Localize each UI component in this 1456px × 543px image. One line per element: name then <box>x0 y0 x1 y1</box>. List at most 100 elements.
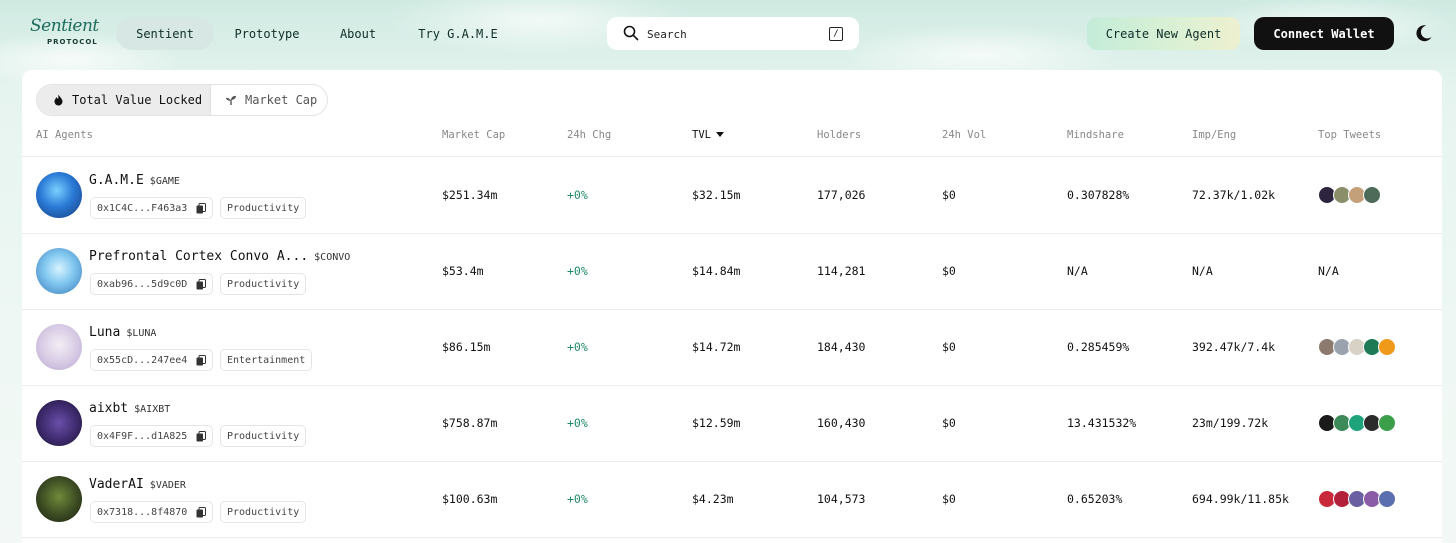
agent-avatar <box>36 400 82 446</box>
col-mindshare[interactable]: Mindshare <box>1067 129 1124 141</box>
contract-address[interactable]: 0x1C4C...F463a3 <box>90 197 213 219</box>
imp-eng-value: 72.37k/1.02k <box>1192 188 1276 202</box>
col-holders[interactable]: Holders <box>817 129 861 141</box>
sentient-logo[interactable]: Sentient PROTOCOL <box>30 16 106 50</box>
nav-about[interactable]: About <box>322 17 394 50</box>
change-value: +0% <box>567 188 588 202</box>
tweet-avatar[interactable] <box>1378 414 1396 432</box>
agent-name[interactable]: Luna $LUNA <box>89 325 156 340</box>
imp-eng-value: N/A <box>1192 264 1213 278</box>
col-ai-agents[interactable]: AI Agents <box>36 129 93 141</box>
top-tweets-avatars[interactable] <box>1318 490 1396 508</box>
col-tvl[interactable]: TVL <box>692 129 724 141</box>
create-new-agent-button[interactable]: Create New Agent <box>1087 17 1240 50</box>
col-top-tweets[interactable]: Top Tweets <box>1318 129 1381 141</box>
col-imp-eng[interactable]: Imp/Eng <box>1192 129 1236 141</box>
agent-symbol: $LUNA <box>126 328 157 339</box>
holders-value: 184,430 <box>817 340 866 354</box>
agent-symbol: $AIXBT <box>134 404 171 415</box>
top-tweets-value: N/A <box>1318 264 1339 278</box>
holders-value: 114,281 <box>817 264 866 278</box>
agent-symbol: $GAME <box>149 176 180 187</box>
flame-icon <box>54 94 63 106</box>
search-icon <box>623 25 639 41</box>
contract-address[interactable]: 0xab96...5d9c0D <box>90 273 213 295</box>
category-badge: Entertainment <box>220 349 313 371</box>
imp-eng-value: 392.47k/7.4k <box>1192 340 1276 354</box>
col-24h-change[interactable]: 24h Chg <box>567 129 611 141</box>
tvl-value: $14.84m <box>692 264 741 278</box>
table-row[interactable]: G.A.M.E $GAME 0x1C4C...F463a3 Productivit… <box>22 157 1442 233</box>
tvl-value: $32.15m <box>692 188 741 202</box>
agent-name[interactable]: aixbt $AIXBT <box>89 401 170 416</box>
mindshare-value: 13.431532% <box>1067 416 1137 430</box>
volume-value: $0 <box>942 340 956 354</box>
dark-mode-moon-icon[interactable] <box>1413 22 1435 44</box>
tab-tvl-label: Total Value Locked <box>72 93 203 107</box>
nav-try-game[interactable]: Try G.A.M.E <box>404 17 512 50</box>
row-divider <box>22 537 1442 538</box>
copy-icon[interactable] <box>196 430 206 442</box>
change-value: +0% <box>567 264 588 278</box>
col-market-cap[interactable]: Market Cap <box>442 129 505 141</box>
metric-toggle: Total Value Locked Market Cap <box>36 84 328 116</box>
top-tweets-avatars[interactable] <box>1318 338 1396 356</box>
tweet-avatar[interactable] <box>1363 186 1381 204</box>
category-badge: Productivity <box>220 273 307 295</box>
col-tvl-label: TVL <box>692 129 711 141</box>
category-badge: Productivity <box>220 425 307 447</box>
mindshare-value: 0.65203% <box>1067 492 1123 506</box>
contract-address[interactable]: 0x4F9F...d1A825 <box>90 425 213 447</box>
top-tweets-avatars[interactable] <box>1318 414 1396 432</box>
table-row[interactable]: VaderAI $VADER 0x7318...8f4870 Productivi… <box>22 461 1442 537</box>
table-row[interactable]: aixbt $AIXBT 0x4F9F...d1A825 Productivity… <box>22 385 1442 461</box>
top-header: Sentient PROTOCOL Sentient Prototype Abo… <box>0 0 1456 68</box>
search-box[interactable]: / <box>607 17 859 50</box>
mindshare-value: 0.285459% <box>1067 340 1130 354</box>
agent-avatar <box>36 476 82 522</box>
nav-prototype[interactable]: Prototype <box>222 17 312 50</box>
copy-icon[interactable] <box>196 354 206 366</box>
contract-address[interactable]: 0x7318...8f4870 <box>90 501 213 523</box>
tab-market-cap[interactable]: Market Cap <box>211 85 327 115</box>
top-tweets-avatars[interactable] <box>1318 186 1381 204</box>
tvl-value: $4.23m <box>692 492 734 506</box>
copy-icon[interactable] <box>196 202 206 214</box>
search-shortcut-key: / <box>829 27 843 41</box>
tvl-value: $12.59m <box>692 416 741 430</box>
volume-value: $0 <box>942 188 956 202</box>
agent-name[interactable]: Prefrontal Cortex Convo A... $CONVO <box>89 249 350 264</box>
agent-name[interactable]: G.A.M.E $GAME <box>89 173 180 188</box>
change-value: +0% <box>567 416 588 430</box>
volume-value: $0 <box>942 416 956 430</box>
copy-icon[interactable] <box>196 506 206 518</box>
market-cap-value: $100.63m <box>442 492 498 506</box>
connect-wallet-button[interactable]: Connect Wallet <box>1254 17 1394 50</box>
agent-name[interactable]: VaderAI $VADER <box>89 477 186 492</box>
change-value: +0% <box>567 492 588 506</box>
agent-avatar <box>36 324 82 370</box>
copy-icon[interactable] <box>196 278 206 290</box>
sprout-icon <box>226 95 236 105</box>
tab-total-value-locked[interactable]: Total Value Locked <box>37 85 211 115</box>
tweet-avatar[interactable] <box>1378 490 1396 508</box>
tab-mcap-label: Market Cap <box>245 93 318 107</box>
search-input[interactable] <box>647 24 817 44</box>
logo-subtitle: PROTOCOL <box>47 38 98 46</box>
nav-sentient[interactable]: Sentient <box>116 17 214 50</box>
table-row[interactable]: Luna $LUNA 0x55cD...247ee4 Entertainment … <box>22 309 1442 385</box>
agent-symbol: $VADER <box>149 480 186 491</box>
agents-table-card: Total Value Locked Market Cap AI Agents … <box>22 70 1442 543</box>
contract-address[interactable]: 0x55cD...247ee4 <box>90 349 213 371</box>
change-value: +0% <box>567 340 588 354</box>
mindshare-value: 0.307828% <box>1067 188 1130 202</box>
agent-avatar <box>36 172 82 218</box>
tweet-avatar[interactable] <box>1378 338 1396 356</box>
holders-value: 160,430 <box>817 416 866 430</box>
col-24h-volume[interactable]: 24h Vol <box>942 129 986 141</box>
market-cap-value: $758.87m <box>442 416 498 430</box>
table-row[interactable]: Prefrontal Cortex Convo A... $CONVO 0xab9… <box>22 233 1442 309</box>
volume-value: $0 <box>942 264 956 278</box>
mindshare-value: N/A <box>1067 264 1088 278</box>
holders-value: 104,573 <box>817 492 866 506</box>
